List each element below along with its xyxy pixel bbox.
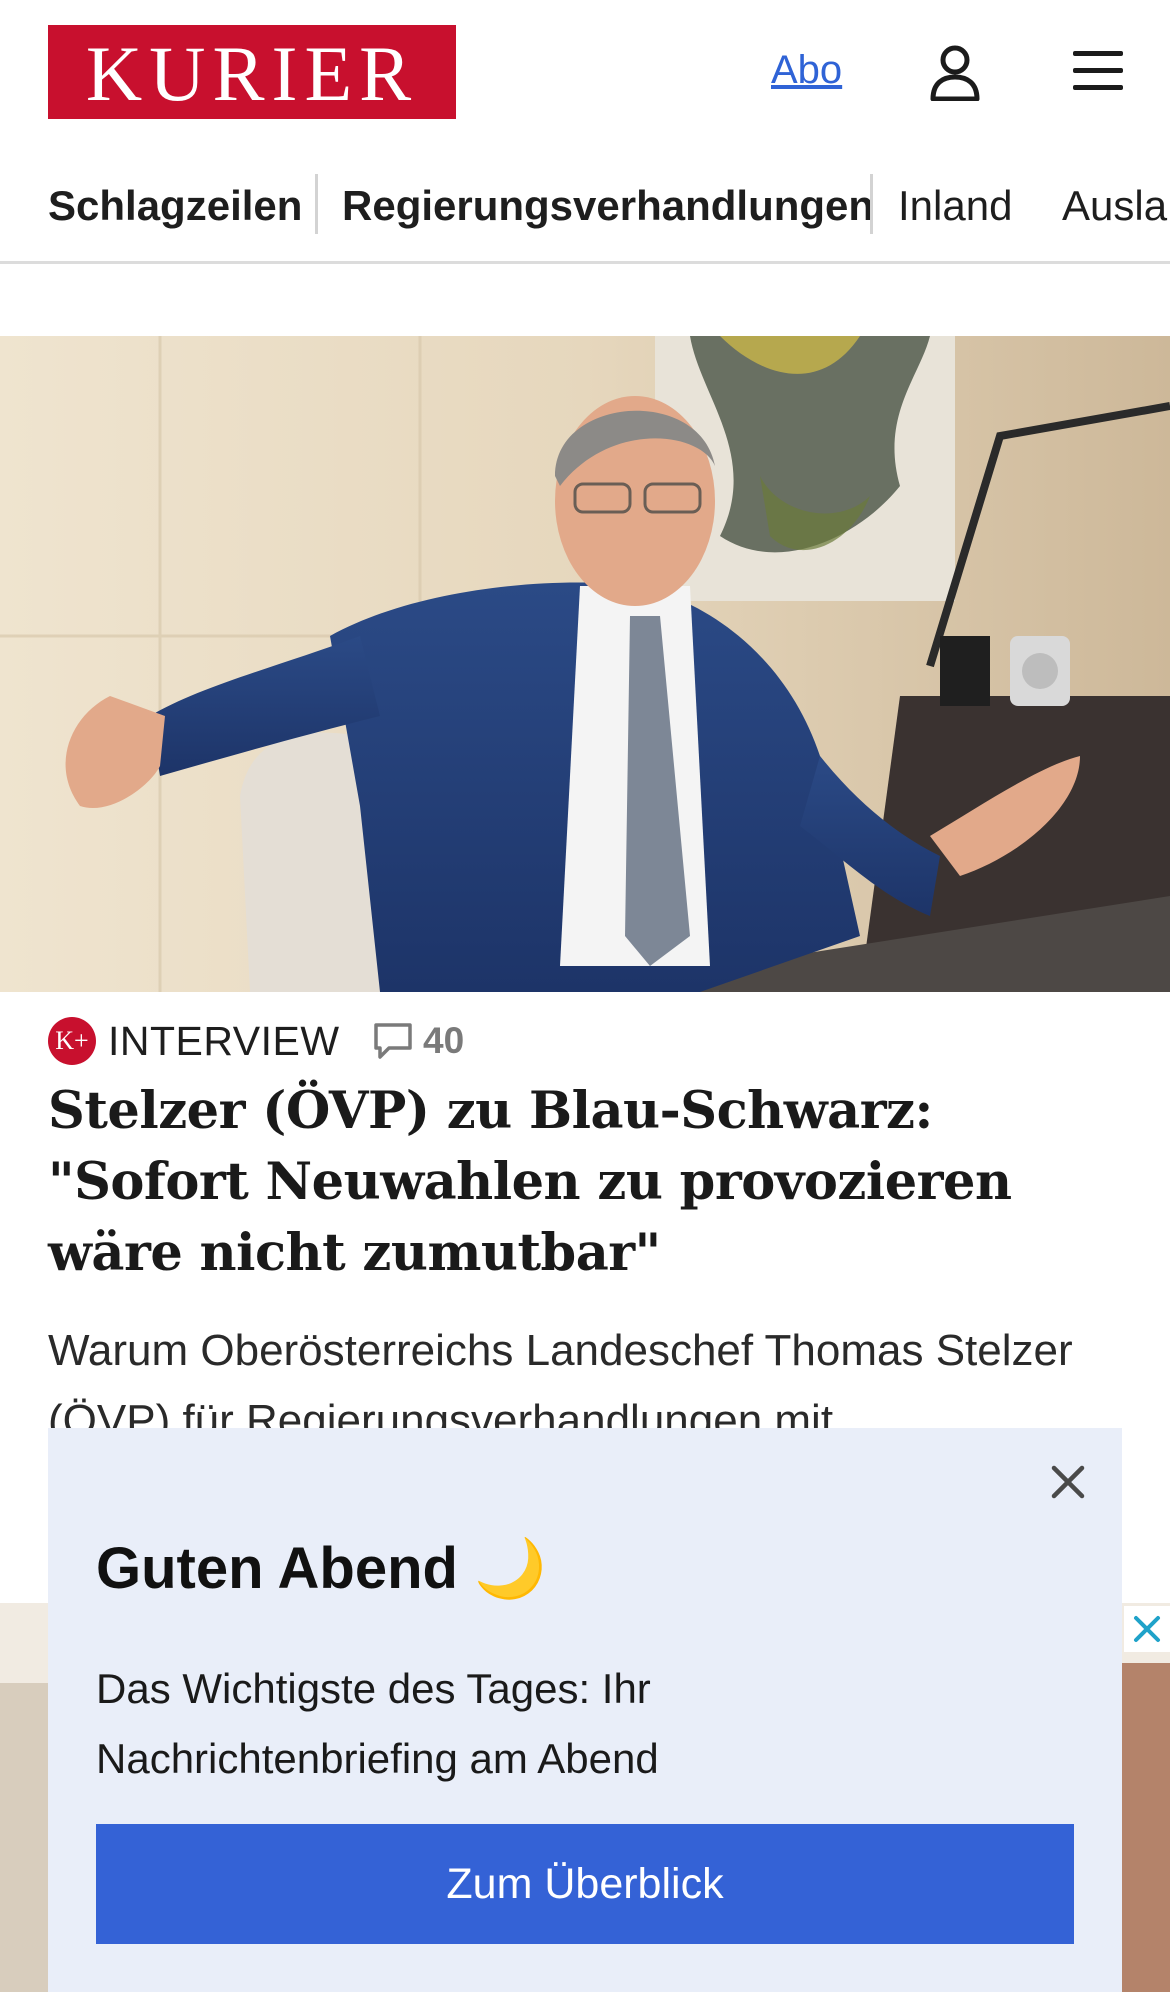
kplus-badge: K+ xyxy=(48,1017,96,1065)
article-headline[interactable]: Stelzer (ÖVP) zu Blau-Schwarz: "Sofort N… xyxy=(48,1076,1128,1289)
article-hero-image[interactable] xyxy=(0,336,1170,992)
kplus-badge-text: K+ xyxy=(55,1026,89,1055)
user-icon[interactable] xyxy=(929,45,981,101)
close-icon[interactable] xyxy=(1044,1458,1092,1506)
nav-item-ausland[interactable]: Ausla xyxy=(1062,180,1167,232)
hamburger-menu-icon[interactable] xyxy=(1071,49,1125,93)
popup-text: Das Wichtigste des Tages: Ihr Nachrichte… xyxy=(96,1665,659,1782)
abo-link[interactable]: Abo xyxy=(771,48,842,93)
article-rubric[interactable]: INTERVIEW xyxy=(108,1016,340,1066)
close-icon xyxy=(1134,1616,1160,1642)
site-header: KURIER Abo xyxy=(0,0,1170,145)
kurier-logo[interactable]: KURIER xyxy=(48,25,456,119)
comment-count[interactable]: 40 xyxy=(423,1018,464,1064)
nav-item-inland[interactable]: Inland xyxy=(898,180,1012,232)
comment-bubble-icon[interactable] xyxy=(373,1022,413,1060)
section-nav: Schlagzeilen Regierungsverhandlungen Inl… xyxy=(0,160,1170,264)
nav-divider xyxy=(870,174,873,234)
zum-ueberblick-button[interactable]: Zum Überblick xyxy=(96,1824,1074,1944)
nav-divider xyxy=(315,174,318,234)
popup-title: Guten Abend 🌙 xyxy=(96,1536,547,1601)
logo-text: KURIER xyxy=(85,30,419,117)
nav-item-schlagzeilen[interactable]: Schlagzeilen xyxy=(48,180,302,232)
ad-close-button[interactable] xyxy=(1124,1606,1170,1652)
nav-item-regierungsverhandlungen[interactable]: Regierungsverhandlungen xyxy=(342,180,874,232)
hero-photo xyxy=(0,336,1170,992)
